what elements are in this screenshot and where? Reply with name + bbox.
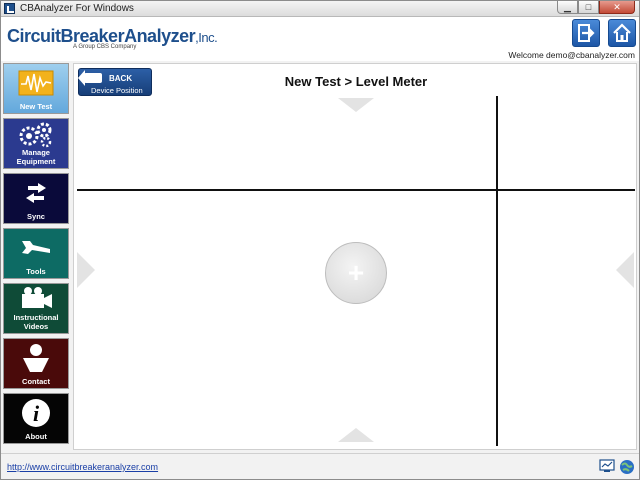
waveform-icon [4,64,68,102]
globe-icon[interactable] [619,459,635,475]
sidebar-nav: New Test Manage Equipment Sync Tools Ins… [1,61,71,451]
wrench-icon [4,229,68,267]
add-button[interactable]: + [325,242,387,304]
sidebar-item-label: New Test [19,102,53,111]
welcome-text: Welcome demo@cbanalyzer.com [508,50,635,60]
status-icons [599,459,635,475]
title-bar[interactable]: CBAnalyzer For Windows ▁ □ ✕ [1,1,639,17]
info-icon: i [4,394,68,432]
sidebar-item-label: Manage Equipment [16,148,56,166]
chevron-right-icon[interactable] [77,252,95,288]
website-link[interactable]: http://www.circuitbreakeranalyzer.com [7,462,158,472]
sync-arrows-icon [4,174,68,212]
logo-tagline: A Group CBS Company [73,44,137,50]
page-title: New Test > Level Meter [284,74,428,89]
logout-icon [578,24,595,42]
main-panel: New Test > Level Meter BACK Device Posit… [73,63,637,450]
close-button[interactable]: ✕ [599,1,635,14]
chevron-up-icon[interactable] [338,428,374,442]
sidebar-item-contact[interactable]: Contact [3,338,69,389]
app-header: CircuitBreakerAnalyzer,Inc. A Group CBS … [1,17,639,61]
sidebar-item-label: Tools [26,267,46,276]
person-icon [4,339,68,377]
sidebar-item-label: Instructional Videos [13,313,59,331]
sidebar-item-label: Contact [22,377,50,386]
minimize-button[interactable]: ▁ [557,1,578,14]
plus-icon: + [347,257,365,288]
sidebar-item-label: About [25,432,47,441]
home-icon [613,23,631,42]
chevron-down-icon[interactable] [338,98,374,112]
monitor-chart-icon[interactable] [599,459,615,473]
svg-text:i: i [33,401,40,426]
video-camera-icon [4,284,68,313]
maximize-button[interactable]: □ [578,1,599,14]
sidebar-item-about[interactable]: i About [3,393,69,444]
logo-text-circuit: Circuit [7,26,61,46]
sidebar-item-manage-equipment[interactable]: Manage Equipment [3,118,69,169]
back-button-label: BACK [109,74,133,83]
back-arrow-icon [78,70,102,86]
sidebar-item-tools[interactable]: Tools [3,228,69,279]
status-bar: http://www.circuitbreakeranalyzer.com [1,453,639,479]
window-controls: ▁ □ ✕ [557,1,635,15]
window-title: CBAnalyzer For Windows [20,3,134,14]
sidebar-item-sync[interactable]: Sync [3,173,69,224]
back-button-sublabel: Device Position [91,86,143,95]
app-icon [4,3,15,14]
horizontal-crosshair-line [77,189,635,191]
back-button[interactable]: BACK Device Position [78,68,152,96]
home-button[interactable] [608,19,636,47]
vertical-crosshair-line [496,96,498,446]
level-meter-canvas[interactable]: + [74,96,638,450]
logo-text-breakeranalyzer: BreakerAnalyzer [60,26,196,46]
sidebar-item-new-test[interactable]: New Test [3,63,69,114]
app-window: CBAnalyzer For Windows ▁ □ ✕ CircuitBrea… [0,0,640,480]
sidebar-item-label: Sync [27,212,45,221]
gears-icon [4,119,68,148]
logo-text-inc: ,Inc. [195,30,218,45]
sidebar-item-instructional-videos[interactable]: Instructional Videos [3,283,69,334]
chevron-left-icon[interactable] [616,252,634,288]
logout-button[interactable] [572,19,600,47]
